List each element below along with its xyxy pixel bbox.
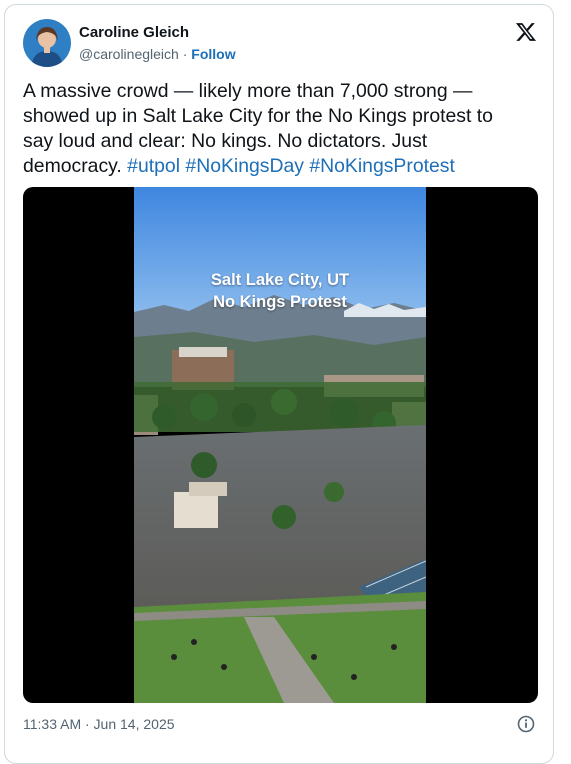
video-media[interactable]: Salt Lake City, UT No Kings Protest: [23, 187, 538, 703]
video-frame: Salt Lake City, UT No Kings Protest: [133, 187, 427, 703]
author-handle[interactable]: @carolinegleich: [79, 46, 179, 62]
follow-button[interactable]: Follow: [191, 46, 235, 62]
hashtag-link[interactable]: #NoKingsProtest: [309, 155, 455, 177]
protest-aerial-image: [133, 187, 427, 703]
avatar[interactable]: [23, 19, 71, 67]
tweet-timestamp[interactable]: 11:33 AM · Jun 14, 2025: [23, 716, 175, 732]
x-logo-icon[interactable]: [515, 21, 537, 43]
hashtag-link[interactable]: #utpol: [127, 155, 180, 177]
tweet-text: A massive crowd — likely more than 7,000…: [23, 79, 523, 179]
author-subline: @carolinegleich · Follow: [79, 46, 236, 62]
video-caption-title: No Kings Protest: [213, 293, 347, 311]
author-name[interactable]: Caroline Gleich: [79, 24, 189, 41]
tweet-card: Caroline Gleich @carolinegleich · Follow…: [4, 4, 554, 764]
separator-dot: ·: [178, 46, 192, 62]
hashtag-link[interactable]: #NoKingsDay: [185, 155, 304, 177]
video-caption-location: Salt Lake City, UT: [210, 271, 350, 289]
info-icon[interactable]: [517, 715, 535, 733]
